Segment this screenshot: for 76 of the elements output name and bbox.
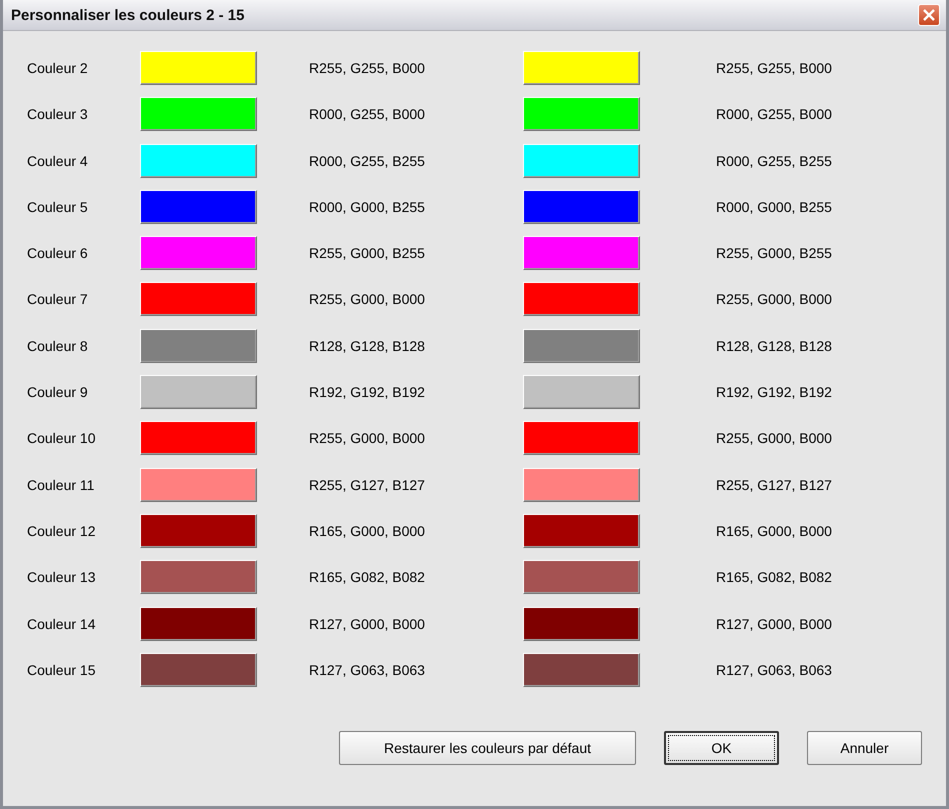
color-swatch-button[interactable] xyxy=(523,190,640,224)
rgb-reading: R000, G255, B255 xyxy=(308,152,426,169)
color-swatch-button[interactable] xyxy=(140,560,257,594)
color-swatch-button[interactable] xyxy=(140,375,257,410)
rgb-reading: R255, G255, B000 xyxy=(715,60,833,76)
rgb-reading: R127, G063, B063 xyxy=(715,662,833,678)
color-label: Couleur 10 xyxy=(27,430,96,446)
color-swatch-button[interactable] xyxy=(140,282,257,316)
color-label: Couleur 2 xyxy=(27,60,89,76)
color-swatch-button[interactable] xyxy=(140,421,257,456)
color-swatch-button[interactable] xyxy=(140,514,257,548)
color-swatch-button[interactable] xyxy=(523,514,640,548)
color-swatch-button[interactable] xyxy=(523,236,640,270)
rgb-reading: R128, G128, B128 xyxy=(715,338,833,354)
rgb-reading: R255, G000, B000 xyxy=(715,430,833,446)
rgb-reading: R192, G192, B192 xyxy=(308,384,426,400)
color-swatch-button[interactable] xyxy=(140,328,257,363)
color-label: Couleur 12 xyxy=(27,522,96,539)
color-swatch-button[interactable] xyxy=(140,468,257,502)
dialog-button[interactable]: OK xyxy=(664,730,779,765)
rgb-reading: R127, G000, B000 xyxy=(308,616,426,632)
color-swatch-button[interactable] xyxy=(523,97,640,132)
color-swatch-button[interactable] xyxy=(523,606,640,641)
color-swatch-button[interactable] xyxy=(523,652,640,687)
rgb-reading: R255, G127, B127 xyxy=(308,476,426,493)
rgb-reading: R255, G000, B255 xyxy=(715,245,833,262)
rgb-reading: R000, G000, B255 xyxy=(308,198,426,215)
color-swatch-button[interactable] xyxy=(140,190,257,224)
color-swatch-button[interactable] xyxy=(523,282,640,316)
rgb-reading: R000, G000, B255 xyxy=(715,198,833,215)
color-swatch-button[interactable] xyxy=(523,560,640,594)
color-swatch-button[interactable] xyxy=(140,144,257,178)
color-swatch-button[interactable] xyxy=(140,51,257,85)
color-swatch-button[interactable] xyxy=(523,375,640,410)
rgb-reading: R255, G000, B000 xyxy=(715,291,833,308)
rgb-reading: R255, G127, B127 xyxy=(715,476,833,493)
color-swatch-button[interactable] xyxy=(140,652,257,687)
window-title: Personnaliser les couleurs 2 - 15 xyxy=(11,6,244,24)
rgb-reading: R000, G255, B255 xyxy=(715,152,833,169)
rgb-reading: R165, G000, B000 xyxy=(308,522,426,539)
color-swatch-button[interactable] xyxy=(523,144,640,178)
rgb-reading: R255, G000, B000 xyxy=(308,430,426,446)
rgb-reading: R000, G255, B000 xyxy=(715,106,833,122)
rgb-reading: R165, G082, B082 xyxy=(715,569,833,586)
rgb-reading: R127, G063, B063 xyxy=(308,662,426,678)
color-label: Couleur 14 xyxy=(27,616,96,632)
color-swatch-button[interactable] xyxy=(523,328,640,363)
color-label: Couleur 9 xyxy=(27,384,89,400)
color-label: Couleur 7 xyxy=(27,291,89,308)
rgb-reading: R000, G255, B000 xyxy=(308,106,426,122)
color-label: Couleur 13 xyxy=(27,569,96,586)
color-swatch-button[interactable] xyxy=(140,606,257,641)
color-label: Couleur 3 xyxy=(27,106,89,122)
color-label: Couleur 6 xyxy=(27,245,89,262)
color-label: Couleur 11 xyxy=(27,476,96,493)
rgb-reading: R255, G000, B000 xyxy=(308,291,426,308)
color-label: Couleur 15 xyxy=(27,662,96,678)
color-label: Couleur 4 xyxy=(27,152,89,169)
color-swatch-button[interactable] xyxy=(523,468,640,502)
rgb-reading: R165, G082, B082 xyxy=(308,569,426,586)
dialog-button[interactable]: Restaurer les couleurs par défaut xyxy=(339,730,636,765)
color-swatch-button[interactable] xyxy=(523,51,640,85)
color-swatch-button[interactable] xyxy=(523,421,640,456)
rgb-reading: R165, G000, B000 xyxy=(715,522,833,539)
rgb-reading: R192, G192, B192 xyxy=(715,384,833,400)
rgb-reading: R255, G255, B000 xyxy=(308,60,426,76)
rgb-reading: R127, G000, B000 xyxy=(715,616,833,632)
color-label: Couleur 5 xyxy=(27,198,89,215)
dialog-button[interactable]: Annuler xyxy=(807,730,922,765)
color-swatch-button[interactable] xyxy=(140,236,257,270)
color-swatch-button[interactable] xyxy=(140,97,257,132)
color-label: Couleur 8 xyxy=(27,338,89,354)
close-button[interactable] xyxy=(918,4,940,26)
rgb-reading: R128, G128, B128 xyxy=(308,338,426,354)
close-icon xyxy=(922,8,936,22)
rgb-reading: R255, G000, B255 xyxy=(308,245,426,262)
